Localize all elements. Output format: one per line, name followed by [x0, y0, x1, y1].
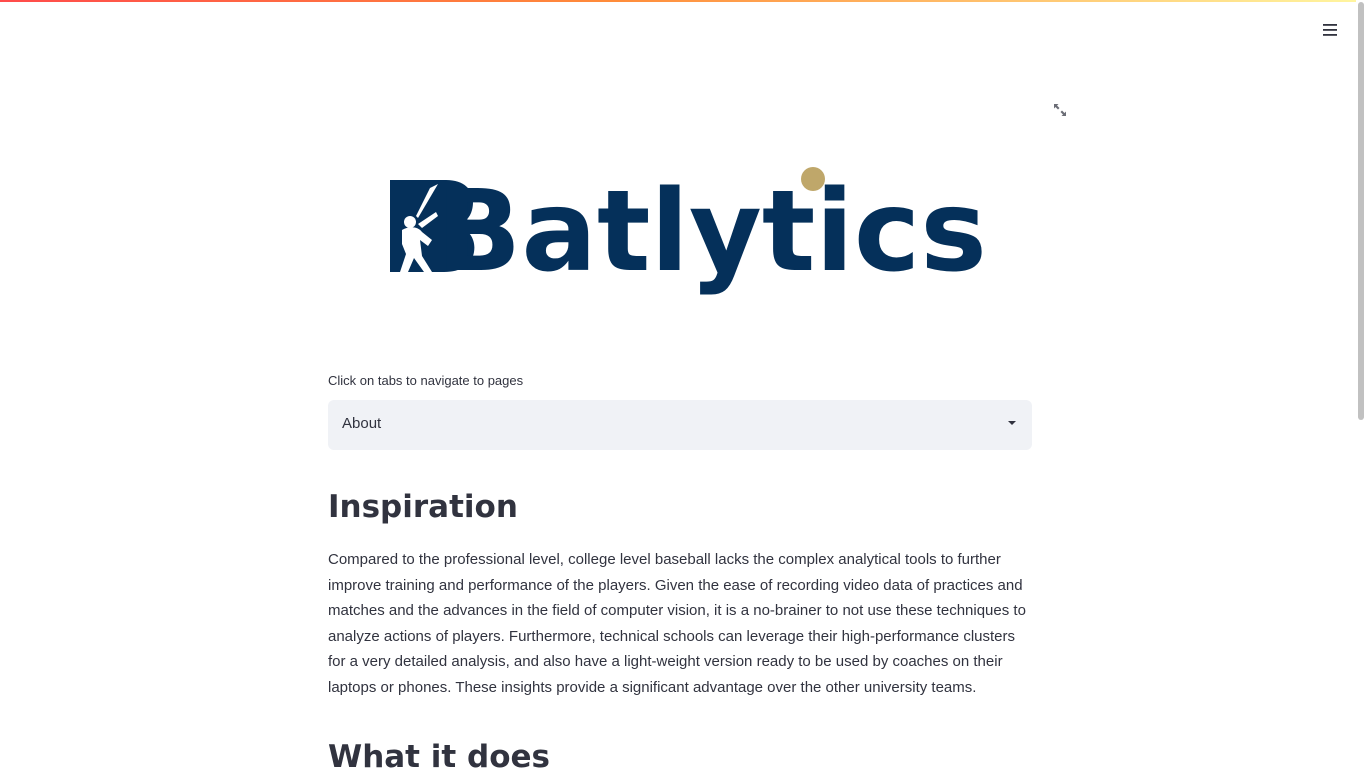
inspiration-paragraph: Compared to the professional level, coll… — [328, 551, 1026, 696]
caret-down-icon — [1008, 421, 1016, 425]
top-decoration-bar — [0, 0, 1366, 2]
section-heading-inspiration: Inspiration — [328, 489, 518, 525]
section-heading-what-it-does: What it does — [328, 739, 550, 775]
selected-page-value: About — [342, 415, 382, 432]
batlytics-logo: Batlytics — [388, 160, 988, 305]
main-menu-button[interactable] — [1318, 18, 1342, 42]
navigation-select-label: Click on tabs to navigate to pages — [328, 373, 524, 388]
page-scrollbar[interactable] — [1356, 0, 1366, 768]
expand-arrows-icon — [1054, 104, 1066, 116]
logo-wordmark: Batlytics — [436, 167, 987, 297]
scrollbar-thumb[interactable] — [1358, 2, 1364, 420]
page-navigation-select[interactable]: About — [328, 400, 1032, 450]
hamburger-menu-icon — [1323, 24, 1337, 36]
fullscreen-button[interactable] — [1050, 100, 1070, 120]
